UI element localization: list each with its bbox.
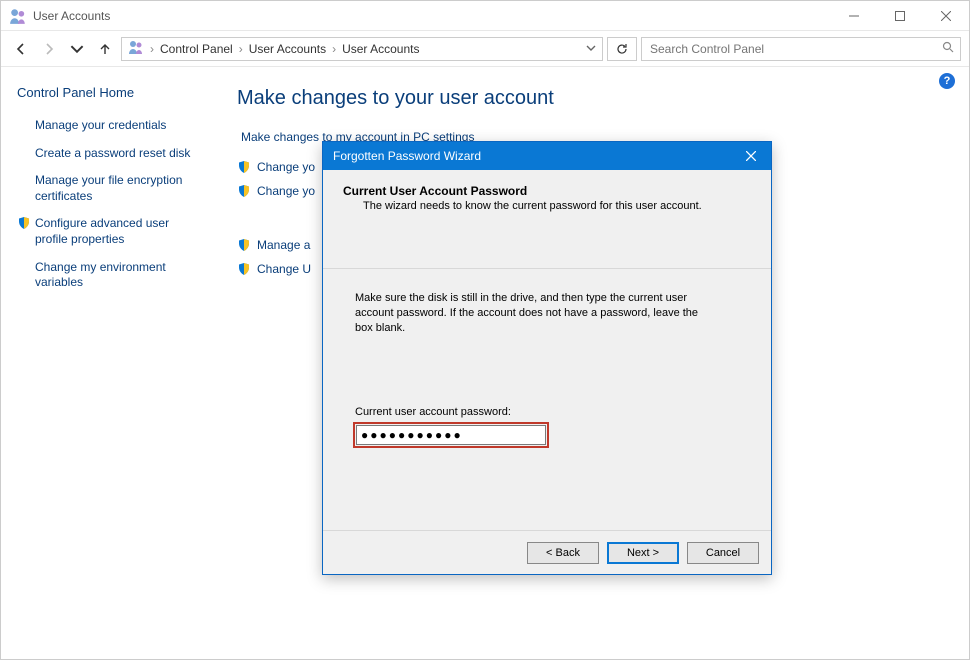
breadcrumb[interactable]: User Accounts bbox=[342, 42, 419, 56]
wizard-close-button[interactable] bbox=[731, 142, 771, 170]
user-accounts-icon bbox=[9, 7, 27, 25]
address-bar[interactable]: › Control Panel › User Accounts › User A… bbox=[121, 37, 603, 61]
search-box[interactable] bbox=[641, 37, 961, 61]
page-title: Make changes to your user account bbox=[237, 87, 943, 110]
chevron-right-icon: › bbox=[332, 42, 336, 56]
sidebar-item-label: Configure advanced user profile properti… bbox=[35, 216, 195, 247]
task-link-label: Change yo bbox=[257, 160, 315, 174]
password-input[interactable] bbox=[356, 425, 546, 445]
shield-icon bbox=[17, 216, 31, 230]
window-title: User Accounts bbox=[33, 9, 110, 23]
sidebar-link-encryption[interactable]: Manage your file encryption certificates bbox=[17, 173, 195, 204]
password-field-label: Current user account password: bbox=[323, 336, 771, 422]
sidebar-link-advanced-profile[interactable]: Configure advanced user profile properti… bbox=[17, 216, 195, 247]
wizard-subheading: The wizard needs to know the current pas… bbox=[323, 198, 771, 212]
shield-icon bbox=[237, 262, 251, 276]
cancel-button[interactable]: Cancel bbox=[687, 542, 759, 564]
sidebar-item-label: Change my environment variables bbox=[35, 260, 195, 291]
task-link-label: Change U bbox=[257, 262, 311, 276]
forward-button[interactable] bbox=[37, 37, 61, 61]
sidebar-item-label: Manage your credentials bbox=[35, 118, 166, 134]
back-button[interactable] bbox=[9, 37, 33, 61]
wizard-instruction: Make sure the disk is still in the drive… bbox=[323, 269, 771, 336]
up-button[interactable] bbox=[93, 37, 117, 61]
user-accounts-icon bbox=[128, 39, 144, 58]
password-field-highlight bbox=[353, 422, 549, 448]
sidebar-item-label: Create a password reset disk bbox=[35, 146, 190, 162]
sidebar-link-env-vars[interactable]: Change my environment variables bbox=[17, 260, 195, 291]
sidebar-link-credentials[interactable]: Manage your credentials bbox=[17, 118, 195, 134]
close-button[interactable] bbox=[923, 1, 969, 30]
chevron-down-icon[interactable] bbox=[586, 42, 596, 56]
search-input[interactable] bbox=[648, 41, 942, 57]
wizard-button-row: < Back Next > Cancel bbox=[323, 530, 771, 574]
back-button[interactable]: < Back bbox=[527, 542, 599, 564]
recent-locations-dropdown[interactable] bbox=[65, 37, 89, 61]
wizard-body: Current User Account Password The wizard… bbox=[323, 170, 771, 530]
control-panel-home-link[interactable]: Control Panel Home bbox=[17, 85, 195, 100]
shield-icon bbox=[237, 160, 251, 174]
shield-icon bbox=[237, 184, 251, 198]
maximize-button[interactable] bbox=[877, 1, 923, 30]
search-icon bbox=[942, 41, 954, 56]
chevron-right-icon: › bbox=[239, 42, 243, 56]
minimize-button[interactable] bbox=[831, 1, 877, 30]
chevron-right-icon: › bbox=[150, 42, 154, 56]
wizard-title: Forgotten Password Wizard bbox=[333, 149, 481, 163]
wizard-heading: Current User Account Password bbox=[323, 184, 771, 198]
shield-icon bbox=[237, 238, 251, 252]
window-titlebar: User Accounts bbox=[1, 1, 969, 31]
task-link-label: Change yo bbox=[257, 184, 315, 198]
sidebar: Control Panel Home Manage your credentia… bbox=[1, 67, 211, 659]
refresh-button[interactable] bbox=[607, 37, 637, 61]
sidebar-item-label: Manage your file encryption certificates bbox=[35, 173, 195, 204]
navigation-bar: › Control Panel › User Accounts › User A… bbox=[1, 31, 969, 67]
wizard-titlebar[interactable]: Forgotten Password Wizard bbox=[323, 142, 771, 170]
breadcrumb[interactable]: Control Panel bbox=[160, 42, 233, 56]
help-icon[interactable]: ? bbox=[939, 73, 955, 89]
sidebar-link-reset-disk[interactable]: Create a password reset disk bbox=[17, 146, 195, 162]
breadcrumb[interactable]: User Accounts bbox=[249, 42, 326, 56]
task-link-label: Manage a bbox=[257, 238, 310, 252]
forgotten-password-wizard: Forgotten Password Wizard Current User A… bbox=[322, 141, 772, 575]
next-button[interactable]: Next > bbox=[607, 542, 679, 564]
